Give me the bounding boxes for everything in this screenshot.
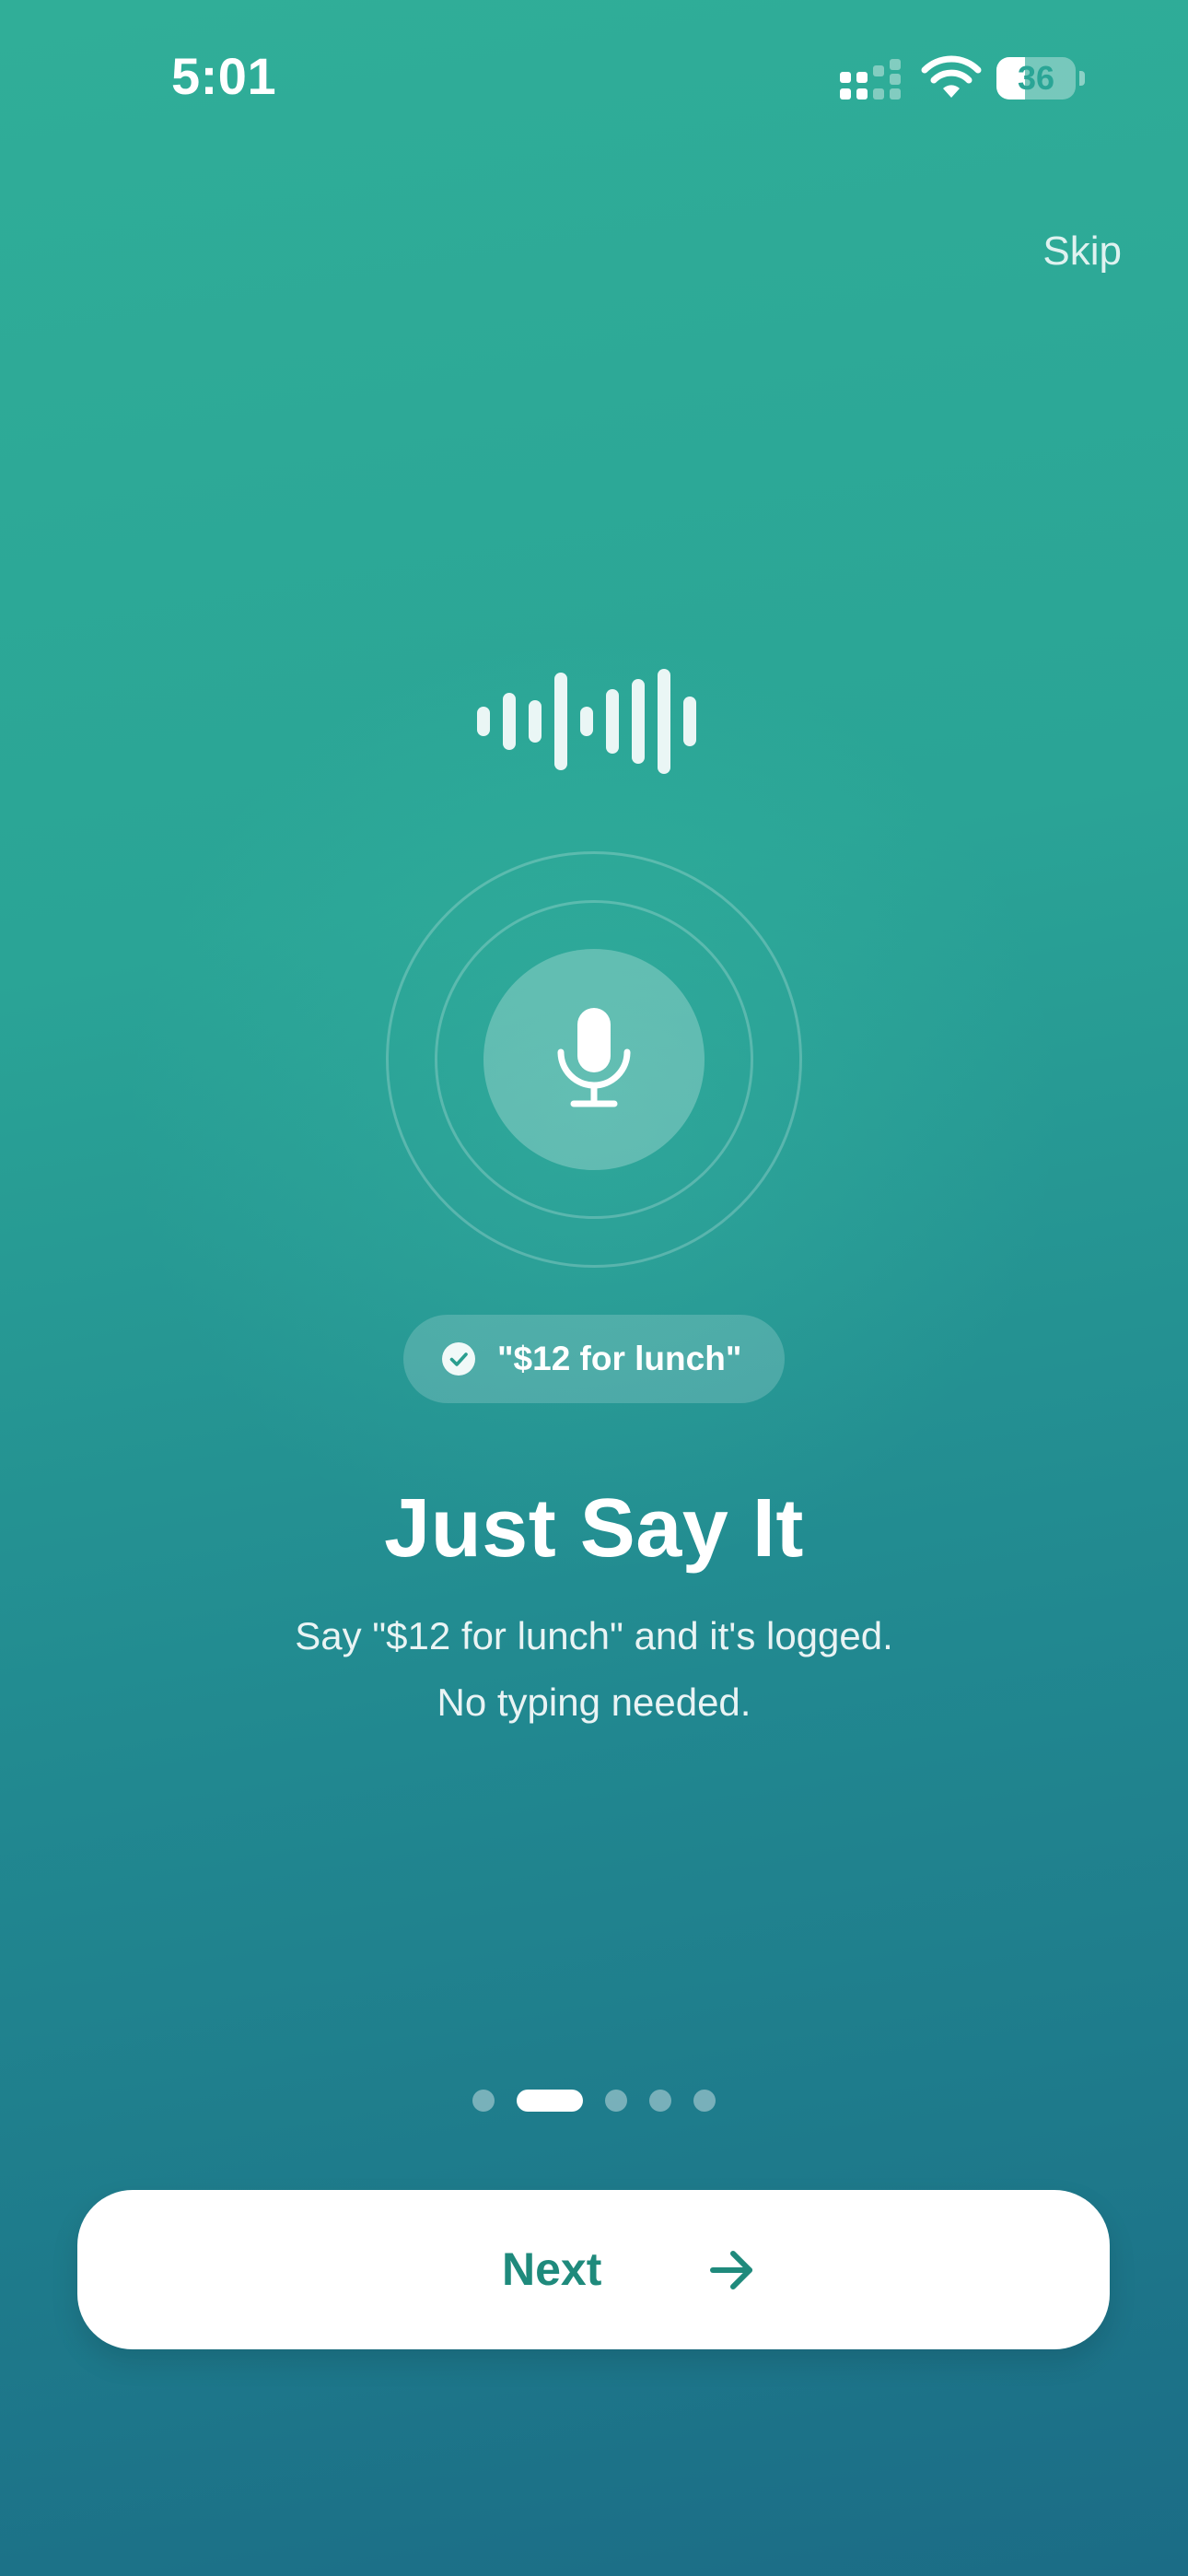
battery-cap [1079,71,1085,86]
check-circle-icon [442,1342,475,1376]
battery-icon: 36 [996,57,1085,101]
microphone-button[interactable] [483,949,705,1170]
page-dot[interactable] [605,2090,627,2112]
subtitle-line-1: Say "$12 for lunch" and it's logged. [295,1614,893,1657]
arrow-right-icon [710,2251,752,2289]
battery-level: 36 [1017,59,1055,97]
example-phrase: "$12 for lunch" [497,1340,742,1377]
cellular-signal-icon [840,59,901,100]
skip-button[interactable]: Skip [1042,228,1122,275]
status-time: 5:01 [171,47,277,105]
next-button[interactable]: Next [77,2190,1110,2349]
wifi-icon [921,55,982,98]
status-bar: 5:01 36 [0,0,1188,157]
subtitle-line-2: No typing needed. [437,1680,751,1724]
onboarding-screen: 5:01 36 Skip "$12 for lunch" Just Say It… [0,0,1188,2576]
page-dot[interactable] [472,2090,495,2112]
page-dot[interactable] [649,2090,671,2112]
page-dot[interactable] [693,2090,716,2112]
page-title: Just Say It [384,1482,804,1575]
waveform-icon [477,669,696,774]
next-button-label: Next [502,2243,602,2295]
page-dot-active[interactable] [517,2090,583,2112]
microphone-icon [557,1008,631,1107]
pagination-dots [472,2090,716,2112]
battery-body: 36 [996,57,1076,100]
example-phrase-pill: "$12 for lunch" [403,1315,785,1403]
